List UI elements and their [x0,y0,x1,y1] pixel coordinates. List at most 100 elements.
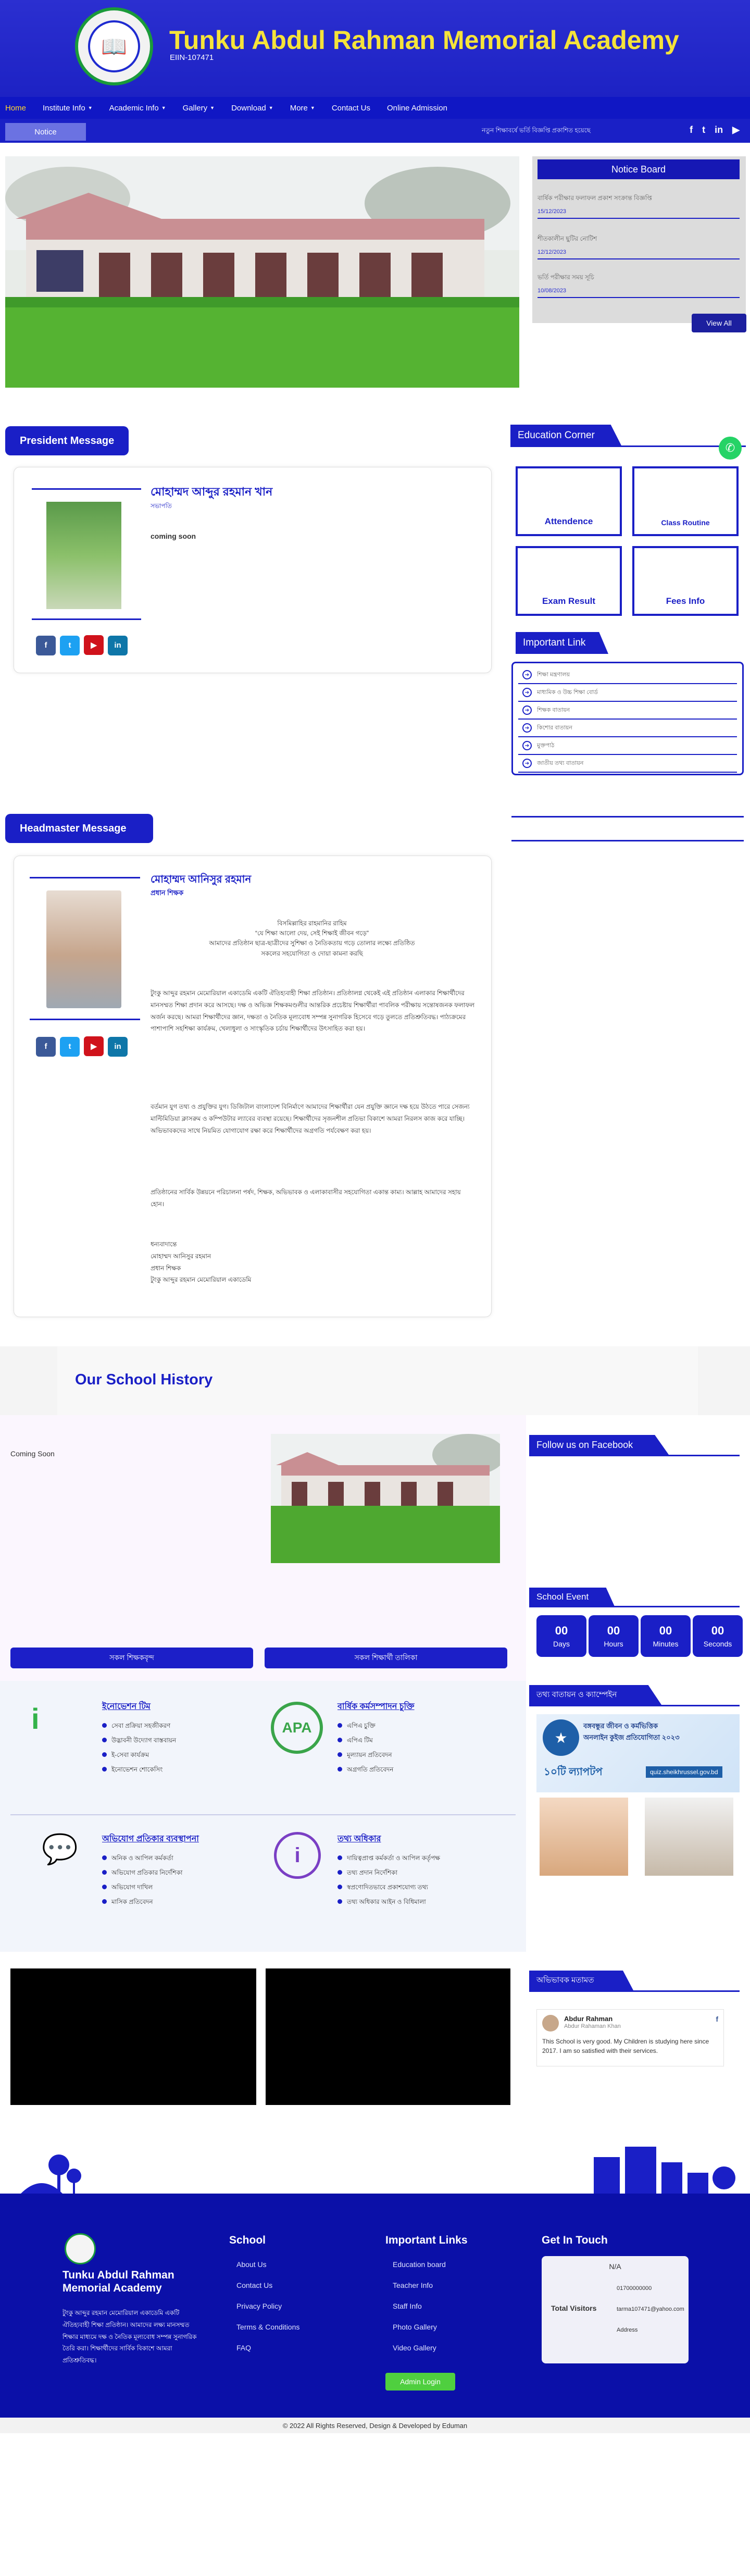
notice-board: Notice Board বার্ষিক পরীক্ষার ফলাফল প্রক… [532,156,746,323]
headmaster-name: মোহাম্মদ আনিসুর রহমান [151,874,252,885]
campaign-image-right[interactable] [645,1798,733,1876]
facebook-icon[interactable]: f [716,2015,718,2023]
avatar [542,2015,559,2032]
headmaster-role: প্রধান শিক্ষক [151,889,184,897]
exam-result-box[interactable]: Exam Result [516,546,622,616]
phone-text: 01700000000 [617,2285,652,2292]
headmaster-photo [46,890,121,1008]
headmaster-message-heading: Headmaster Message [5,814,153,843]
all-students-button[interactable]: সকল শিক্ষার্থী তালিকা [265,1648,507,1668]
headmaster-greeting: বিসমিল্লাহির রাহমানির রাহিম “যে শিক্ষা আল… [209,920,415,957]
school-building-photo [5,156,519,388]
youtube-icon[interactable]: ▶ [732,125,740,135]
important-link-title: Important Link [516,632,608,654]
important-link-list: ➔ শিক্ষা মন্ত্রণালয় ➔ মাধ্যমিক ও উচ্চ শিক… [511,662,744,775]
copyright-bar: © 2022 All Rights Reserved, Design & Dev… [0,2418,750,2433]
service-block: অভিযোগ প্রতিকার ব্যবস্থাপনা অনিক ও আপিল … [102,1832,253,1912]
headmaster-card: f t ▶ in মোহাম্মদ আনিসুর রহমান প্রধান শিক্ষ… [14,856,492,1317]
service-block: ইনোভেশন টিম সেবা প্রক্রিয়া সহজীকরণ উদ্ভা… [102,1700,253,1779]
history-text: Coming Soon [10,1450,55,1458]
nav-gallery[interactable]: Gallery ▼ [183,104,215,113]
footer: Tunku Abdul Rahman Memorial Academy টুংক… [0,2198,750,2418]
email-text: tarma107471@yahoo.com [617,2306,684,2312]
twitter-icon[interactable]: t [60,635,80,655]
president-role: সভাপতি [151,502,172,510]
banner-slider[interactable] [5,156,519,388]
footer-school-links: About Us Contact Us Privacy Policy Terms… [236,2260,300,2352]
important-link-item[interactable]: ➔ মাধ্যমিক ও উচ্চ শিক্ষা বোর্ড [518,684,737,702]
twitter-icon[interactable]: t [702,125,705,135]
quiz-banner[interactable]: ★ বঙ্গবন্ধুর জীবন ও কর্মভিত্তিক অনলাইন ক… [536,1714,740,1792]
headmaster-social: f t ▶ in [36,1036,132,1057]
nav-institute-info[interactable]: Institute Info ▼ [43,104,93,113]
service-block: তথ্য অধিকার দায়িত্বপ্রাপ্ত কর্মকর্তা ও … [338,1832,504,1912]
eiin-number: EIIN-107471 [170,53,214,62]
arrow-right-icon: ➔ [522,741,532,750]
notice-item[interactable]: বার্ষিক পরীক্ষার ফলাফল প্রকাশ সংক্রান্ত … [538,194,740,219]
linkedin-icon[interactable]: in [715,125,723,135]
video-player-2[interactable] [266,1968,510,2105]
president-message-text: coming soon [151,532,196,540]
facebook-icon[interactable]: f [36,1036,56,1057]
footer-about: টুংকু আব্দুর রহমান মেমোরিয়াল একাডেমি এক… [63,2309,197,2364]
facebook-icon[interactable]: f [690,125,693,135]
nav-download[interactable]: Download ▼ [231,104,273,113]
chevron-down-icon: ▼ [268,105,273,110]
whatsapp-icon[interactable]: ✆ [719,437,742,460]
president-social: f t ▶ in [36,635,132,655]
facebook-follow-title: Follow us on Facebook [529,1435,669,1455]
skyline-decoration [0,2147,750,2199]
headmaster-paragraph: প্রতিষ্ঠানের সার্বিক উন্নয়নে পরিচালনা প… [151,1188,461,1208]
attendance-box[interactable]: Attendence [516,466,622,536]
facebook-icon[interactable]: f [36,635,56,655]
president-name: মোহাম্মদ আব্দুর রহমান খান [151,485,273,498]
footer-logo[interactable] [65,2233,96,2264]
nav-contact-us[interactable]: Contact Us [332,104,370,113]
nav-academic-info[interactable]: Academic Info ▼ [109,104,166,113]
campaign-image-left[interactable] [540,1798,628,1876]
important-link-item[interactable]: ➔ জাতীয় তথ্য বাতায়ন [518,755,737,773]
notice-item[interactable]: ভর্তি পরীক্ষার সময় সূচি 10/08/2023 [538,273,740,298]
linkedin-icon[interactable]: in [108,635,128,655]
service-block: বার্ষিক কর্মসম্পাদন চুক্তি এপিএ চুক্তি এপ… [338,1700,504,1779]
important-link-item[interactable]: ➔ মুক্তপাঠ [518,737,737,755]
grievance-icon: 💬 [42,1832,78,1865]
school-logo[interactable]: 📖 [75,7,153,85]
important-link-item[interactable]: ➔ শিক্ষক বাতায়ন [518,702,737,720]
youtube-icon[interactable]: ▶ [84,1036,104,1056]
notice-ticker[interactable]: নতুন শিক্ষাবর্ষে ভর্তি বিজ্ঞপ্তি প্রকাশি… [482,126,591,137]
notice-item[interactable]: শীতকালীন ছুটির নোটিশ 12/12/2023 [538,234,740,259]
important-link-item[interactable]: ➔ কিশোর বাতায়ন [518,720,737,737]
arrow-right-icon: ➔ [522,670,532,679]
youtube-icon[interactable]: ▶ [84,635,104,655]
school-event-title: School Event [529,1588,615,1606]
twitter-icon[interactable]: t [60,1036,80,1057]
nav-online-admission[interactable]: Online Admission [387,104,447,113]
nav-home[interactable]: Home [5,104,26,113]
linkedin-icon[interactable]: in [108,1036,128,1057]
history-heading: Our School History [75,1371,213,1388]
testimonial-title: অভিভাবক মতামত [529,1971,633,1990]
fees-info-box[interactable]: Fees Info [632,546,739,616]
notice-bar: Notice নতুন শিক্ষাবর্ষে ভর্তি বিজ্ঞপ্তি … [0,119,750,143]
footer-school-title: School [229,2234,266,2246]
all-teachers-button[interactable]: সকল শিক্ষকবৃন্দ [10,1648,253,1668]
admin-login-button[interactable]: Admin Login [385,2373,455,2391]
view-all-button[interactable]: View All [692,314,746,332]
address-text: Address [617,2327,638,2333]
notice-board-title: Notice Board [538,159,740,179]
campaign-title: তথ্য বাতায়ন ও ক্যাম্পেইন [529,1685,661,1705]
chevron-down-icon: ▼ [161,105,166,110]
nav-more[interactable]: More ▼ [290,104,315,113]
important-link-item[interactable]: ➔ শিক্ষা মন্ত্রণালয় [518,666,737,684]
video-player-1[interactable] [10,1968,256,2105]
countdown-minutes: 00 Minutes [641,1615,691,1657]
president-message-heading: President Message [5,426,129,455]
headmaster-paragraph: বর্তমান যুগ তথ্য ও প্রযুক্তির যুগ। ডিজিট… [151,1103,470,1134]
apa-icon: APA [271,1702,323,1754]
arrow-right-icon: ➔ [522,723,532,733]
visitor-counter: N/A Total Visitors 01700000000 tarma1074… [542,2256,689,2363]
class-routine-box[interactable]: Class Routine [632,466,739,536]
countdown-seconds: 00 Seconds [693,1615,743,1657]
countdown-hours: 00 Hours [589,1615,639,1657]
